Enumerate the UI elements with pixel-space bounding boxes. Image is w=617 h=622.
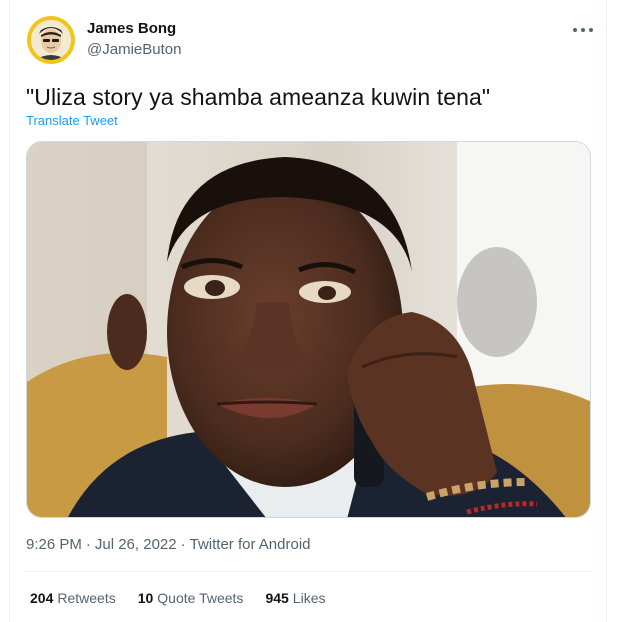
retweets-count: 204 [30, 590, 54, 606]
more-horizontal-icon[interactable] [572, 22, 594, 38]
retweets-label: Retweets [57, 590, 116, 606]
avatar[interactable] [27, 16, 75, 64]
avatar-illustration [31, 20, 71, 60]
likes-count: 945 [265, 590, 289, 606]
tweet-source[interactable]: Twitter for Android [190, 536, 311, 553]
divider [26, 571, 591, 572]
tweet-meta: 9:26 PM · Jul 26, 2022 · Twitter for Android [26, 536, 311, 553]
retweets-stat[interactable]: 204 Retweets [30, 590, 116, 606]
display-name[interactable]: James Bong [87, 20, 176, 37]
quote-tweets-stat[interactable]: 10 Quote Tweets [138, 590, 244, 606]
quote-tweets-label: Quote Tweets [157, 590, 244, 606]
tweet-text: "Uliza story ya shamba ameanza kuwin ten… [26, 84, 491, 110]
tweet-photo[interactable] [26, 141, 591, 518]
likes-label: Likes [292, 590, 326, 606]
tweet-date[interactable]: Jul 26, 2022 [95, 536, 177, 553]
meta-separator: · [180, 536, 186, 553]
likes-stat[interactable]: 945 Likes [265, 590, 325, 606]
translate-tweet-link[interactable]: Translate Tweet [26, 113, 118, 128]
tweet-time[interactable]: 9:26 PM [26, 536, 82, 553]
user-handle[interactable]: @JamieButon [87, 41, 181, 58]
meta-separator: · [85, 536, 91, 553]
quote-tweets-count: 10 [137, 590, 154, 606]
engagement-stats: 204 Retweets 10 Quote Tweets 945 Likes [30, 590, 325, 606]
photo-illustration [27, 142, 590, 517]
